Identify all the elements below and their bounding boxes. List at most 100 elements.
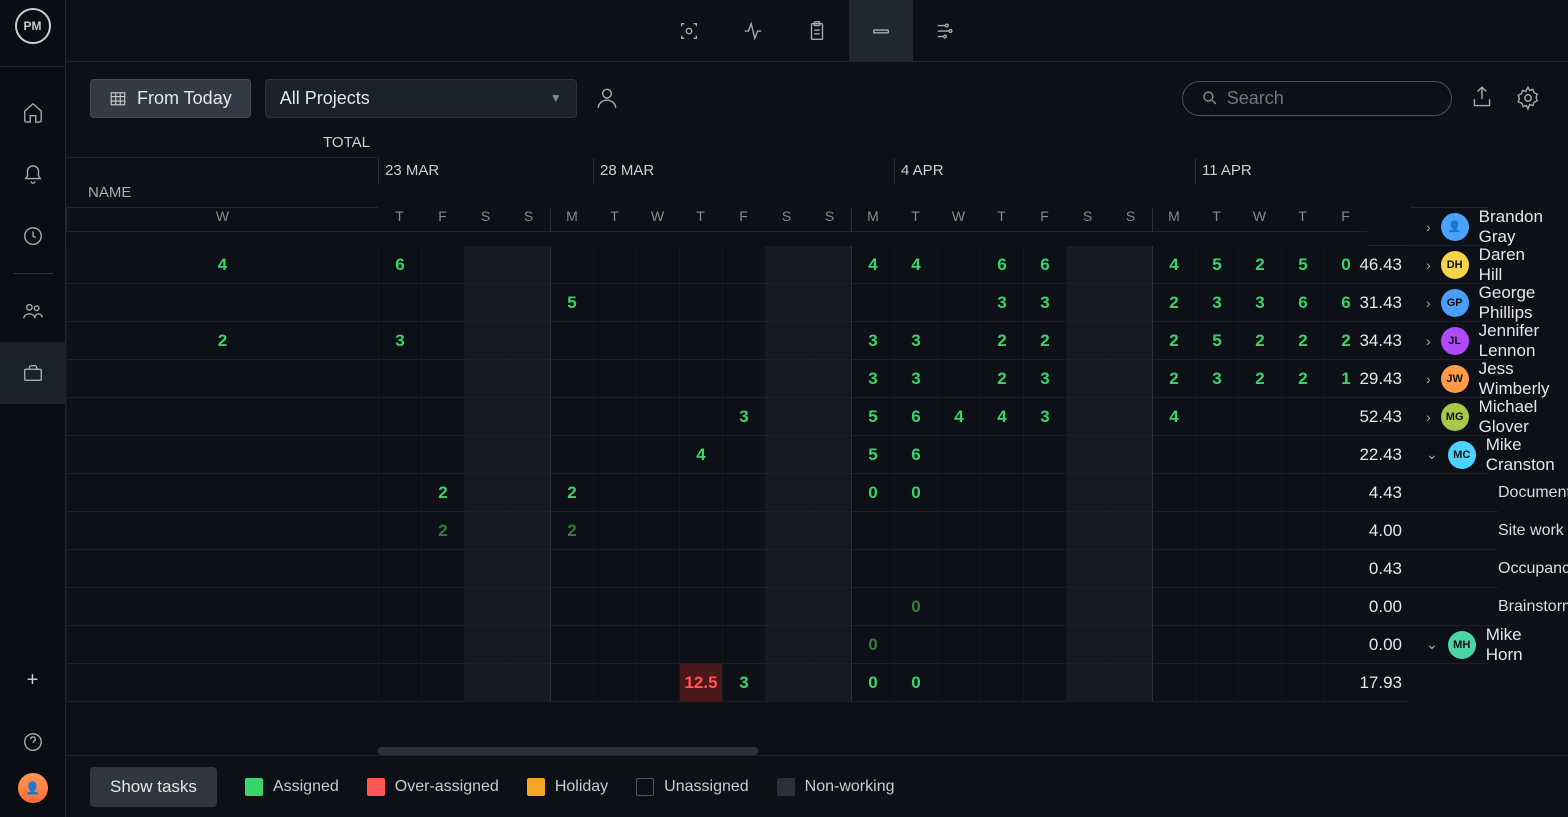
workload-cell[interactable] bbox=[765, 512, 808, 550]
expand-toggle[interactable]: › bbox=[1426, 257, 1431, 273]
workload-cell[interactable] bbox=[66, 398, 378, 436]
task-row[interactable]: Site workGovalle Con... bbox=[1410, 512, 1498, 550]
workload-cell[interactable] bbox=[593, 474, 636, 512]
workload-cell[interactable]: 3 bbox=[722, 398, 765, 436]
workload-cell[interactable] bbox=[464, 360, 507, 398]
workload-cell[interactable] bbox=[1324, 550, 1367, 588]
nav-help[interactable] bbox=[0, 711, 66, 773]
workload-cell[interactable] bbox=[378, 436, 421, 474]
workload-cell[interactable]: 3 bbox=[722, 664, 765, 702]
workload-cell[interactable] bbox=[593, 360, 636, 398]
workload-cell[interactable] bbox=[66, 550, 378, 588]
workload-cell[interactable] bbox=[421, 246, 464, 284]
workload-cell[interactable] bbox=[808, 284, 851, 322]
workload-cell[interactable]: 3 bbox=[1195, 284, 1238, 322]
workload-cell[interactable] bbox=[808, 626, 851, 664]
workload-cell[interactable]: 2 bbox=[1152, 284, 1195, 322]
workload-cell[interactable] bbox=[421, 626, 464, 664]
workload-cell[interactable] bbox=[851, 588, 894, 626]
workload-cell[interactable] bbox=[550, 588, 593, 626]
workload-cell[interactable] bbox=[894, 512, 937, 550]
workload-cell[interactable] bbox=[1238, 512, 1281, 550]
expand-toggle[interactable]: › bbox=[1426, 371, 1431, 387]
workload-cell[interactable] bbox=[1066, 664, 1109, 702]
workload-cell[interactable] bbox=[1109, 474, 1152, 512]
workload-cell[interactable] bbox=[1195, 512, 1238, 550]
workload-cell[interactable] bbox=[1109, 360, 1152, 398]
workload-cell[interactable] bbox=[937, 588, 980, 626]
workload-cell[interactable] bbox=[66, 664, 378, 702]
workload-cell[interactable]: 2 bbox=[66, 322, 378, 360]
workload-cell[interactable] bbox=[66, 360, 378, 398]
workload-cell[interactable] bbox=[593, 626, 636, 664]
task-row[interactable]: Brainstorm I...Tillery Mark... bbox=[1410, 588, 1498, 626]
workload-cell[interactable] bbox=[1066, 436, 1109, 474]
workload-cell[interactable] bbox=[722, 322, 765, 360]
workload-cell[interactable]: 6 bbox=[894, 398, 937, 436]
workload-cell[interactable] bbox=[507, 322, 550, 360]
workload-cell[interactable] bbox=[1281, 512, 1324, 550]
workload-cell[interactable]: 6 bbox=[378, 246, 421, 284]
workload-cell[interactable]: 5 bbox=[550, 284, 593, 322]
workload-cell[interactable] bbox=[550, 322, 593, 360]
nav-workload[interactable] bbox=[0, 342, 66, 404]
workload-cell[interactable] bbox=[66, 474, 378, 512]
workload-cell[interactable] bbox=[636, 284, 679, 322]
workload-cell[interactable] bbox=[765, 284, 808, 322]
workload-cell[interactable] bbox=[378, 398, 421, 436]
workload-cell[interactable] bbox=[980, 436, 1023, 474]
workload-cell[interactable] bbox=[980, 626, 1023, 664]
horizontal-scrollbar[interactable] bbox=[378, 747, 758, 755]
workload-cell[interactable] bbox=[1109, 246, 1152, 284]
workload-cell[interactable]: 5 bbox=[1195, 246, 1238, 284]
workload-cell[interactable] bbox=[507, 626, 550, 664]
workload-cell[interactable]: 3 bbox=[1023, 284, 1066, 322]
from-today-button[interactable]: From Today bbox=[90, 79, 251, 118]
workload-cell[interactable] bbox=[722, 284, 765, 322]
workload-cell[interactable] bbox=[636, 398, 679, 436]
workload-cell[interactable] bbox=[765, 474, 808, 512]
workload-cell[interactable]: 6 bbox=[1281, 284, 1324, 322]
workload-cell[interactable] bbox=[593, 588, 636, 626]
workload-cell[interactable] bbox=[1066, 246, 1109, 284]
workload-cell[interactable]: 2 bbox=[1152, 322, 1195, 360]
workload-cell[interactable] bbox=[1281, 550, 1324, 588]
workload-cell[interactable] bbox=[679, 322, 722, 360]
workload-cell[interactable] bbox=[636, 626, 679, 664]
user-avatar[interactable]: 👤 bbox=[18, 773, 48, 803]
workload-cell[interactable]: 3 bbox=[894, 360, 937, 398]
workload-cell[interactable] bbox=[421, 550, 464, 588]
person-row[interactable]: ›👤Brandon Gray bbox=[1410, 208, 1488, 246]
workload-cell[interactable] bbox=[507, 664, 550, 702]
expand-toggle[interactable]: ⌄ bbox=[1426, 636, 1438, 653]
workload-cell[interactable] bbox=[1238, 626, 1281, 664]
workload-cell[interactable] bbox=[1281, 436, 1324, 474]
workload-cell[interactable] bbox=[1023, 626, 1066, 664]
workload-cell[interactable] bbox=[765, 588, 808, 626]
workload-cell[interactable] bbox=[378, 550, 421, 588]
workload-cell[interactable] bbox=[980, 588, 1023, 626]
workload-cell[interactable] bbox=[1281, 588, 1324, 626]
person-row[interactable]: ›JWJess Wimberly bbox=[1410, 360, 1488, 398]
workload-cell[interactable] bbox=[1195, 626, 1238, 664]
workload-cell[interactable] bbox=[1109, 322, 1152, 360]
workload-cell[interactable]: 4 bbox=[894, 246, 937, 284]
workload-cell[interactable] bbox=[1152, 664, 1195, 702]
workload-cell[interactable] bbox=[722, 246, 765, 284]
workload-cell[interactable] bbox=[1238, 398, 1281, 436]
workload-cell[interactable]: 0 bbox=[894, 588, 937, 626]
workload-cell[interactable] bbox=[636, 360, 679, 398]
workload-cell[interactable] bbox=[851, 284, 894, 322]
workload-cell[interactable] bbox=[679, 398, 722, 436]
nav-home[interactable] bbox=[0, 81, 66, 143]
workload-cell[interactable] bbox=[937, 284, 980, 322]
workload-cell[interactable] bbox=[1152, 626, 1195, 664]
workload-cell[interactable] bbox=[378, 664, 421, 702]
workload-cell[interactable] bbox=[679, 626, 722, 664]
workload-cell[interactable] bbox=[1023, 436, 1066, 474]
workload-cell[interactable] bbox=[894, 284, 937, 322]
workload-cell[interactable] bbox=[722, 588, 765, 626]
workload-cell[interactable] bbox=[937, 436, 980, 474]
workload-cell[interactable] bbox=[1238, 550, 1281, 588]
workload-cell[interactable] bbox=[1238, 588, 1281, 626]
